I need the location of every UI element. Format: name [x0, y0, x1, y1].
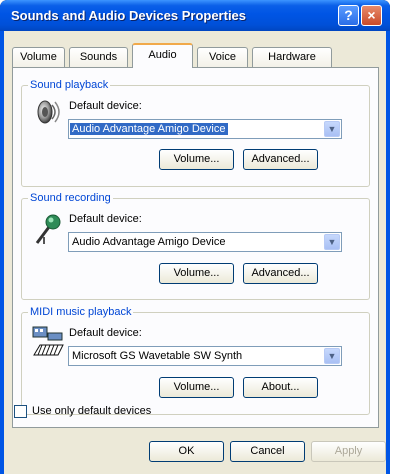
- dialog-window: Sounds and Audio Devices Properties ? × …: [0, 0, 390, 474]
- close-button[interactable]: ×: [361, 5, 382, 26]
- midi-volume-button[interactable]: Volume...: [159, 377, 234, 398]
- midi-playback-group: MIDI music playback Default device: Micr…: [21, 306, 370, 415]
- playback-volume-button[interactable]: Volume...: [159, 149, 234, 170]
- tab-volume[interactable]: Volume: [12, 47, 65, 67]
- sound-playback-title: Sound playback: [28, 79, 111, 91]
- speaker-icon: [37, 100, 60, 124]
- midi-device-value: Microsoft GS Wavetable SW Synth: [72, 350, 243, 362]
- tab-audio[interactable]: Audio: [132, 43, 193, 68]
- chevron-down-icon[interactable]: ▼: [324, 348, 340, 364]
- sound-playback-group: Sound playback Default device: Audio Adv…: [21, 79, 370, 187]
- window-title: Sounds and Audio Devices Properties: [11, 8, 247, 23]
- recording-device-value: Audio Advantage Amigo Device: [72, 236, 226, 248]
- midi-device-label: Default device:: [69, 327, 142, 339]
- midi-about-button[interactable]: About...: [243, 377, 318, 398]
- playback-advanced-button[interactable]: Advanced...: [243, 149, 318, 170]
- recording-volume-button[interactable]: Volume...: [159, 263, 234, 284]
- sound-recording-title: Sound recording: [28, 192, 113, 204]
- dialog-body: Volume Sounds Audio Voice Hardware Sound…: [4, 31, 386, 474]
- tab-strip: Volume Sounds Audio Voice Hardware: [12, 43, 382, 68]
- midi-device-select[interactable]: Microsoft GS Wavetable SW Synth ▼: [68, 346, 342, 366]
- microphone-icon: [35, 214, 61, 244]
- help-button[interactable]: ?: [338, 5, 359, 26]
- recording-device-select[interactable]: Audio Advantage Amigo Device ▼: [68, 232, 342, 252]
- apply-button[interactable]: Apply: [311, 441, 386, 462]
- midi-keyboard-icon: [32, 326, 64, 356]
- use-default-devices-label[interactable]: Use only default devices: [32, 405, 151, 417]
- tab-voice[interactable]: Voice: [197, 47, 248, 67]
- audio-tab-panel: Sound playback Default device: Audio Adv…: [12, 67, 379, 428]
- recording-advanced-button[interactable]: Advanced...: [243, 263, 318, 284]
- title-bar[interactable]: Sounds and Audio Devices Properties ? ×: [0, 0, 390, 31]
- playback-device-select[interactable]: Audio Advantage Amigo Device ▼: [68, 119, 342, 139]
- recording-device-label: Default device:: [69, 213, 142, 225]
- sound-recording-group: Sound recording Default device: Audio Ad…: [21, 192, 370, 300]
- window-frame-right: [386, 31, 390, 474]
- playback-device-value: Audio Advantage Amigo Device: [70, 123, 228, 135]
- chevron-down-icon[interactable]: ▼: [324, 234, 340, 250]
- midi-playback-title: MIDI music playback: [28, 306, 134, 318]
- playback-device-label: Default device:: [69, 100, 142, 112]
- tab-hardware[interactable]: Hardware: [252, 47, 332, 67]
- chevron-down-icon[interactable]: ▼: [324, 121, 340, 137]
- use-default-devices-checkbox[interactable]: [14, 405, 27, 418]
- cancel-button[interactable]: Cancel: [230, 441, 305, 462]
- ok-button[interactable]: OK: [149, 441, 224, 462]
- tab-sounds[interactable]: Sounds: [69, 47, 128, 67]
